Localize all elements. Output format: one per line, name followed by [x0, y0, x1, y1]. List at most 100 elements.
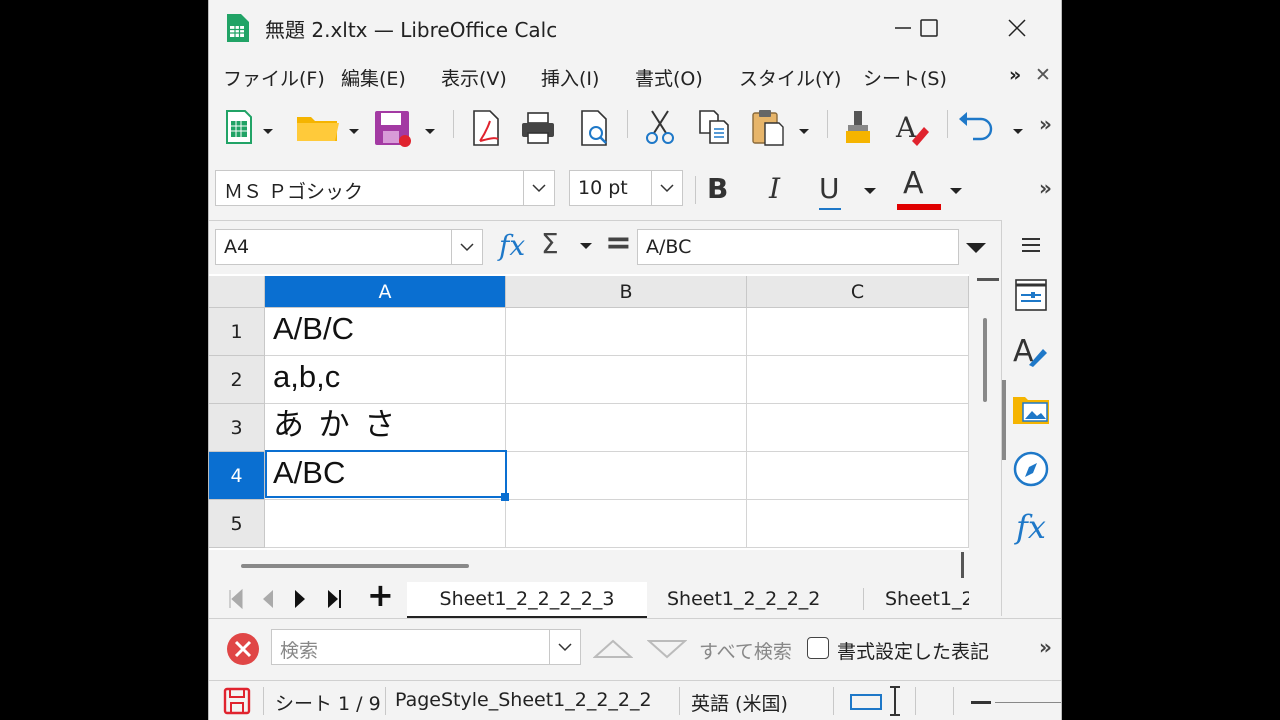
sheet-position[interactable]: シート 1 / 9: [275, 689, 381, 716]
formula-button[interactable]: =: [605, 223, 632, 261]
underline-button[interactable]: U: [813, 168, 887, 212]
vertical-scrollbar[interactable]: [969, 274, 1001, 550]
row-header-2[interactable]: 2: [209, 356, 265, 404]
cell-b5[interactable]: [506, 500, 747, 548]
sidebar-collapse-handle[interactable]: [1002, 380, 1006, 460]
cell-b1[interactable]: [506, 308, 747, 356]
find-previous-icon[interactable]: [593, 637, 633, 661]
last-sheet-icon[interactable]: [327, 588, 343, 610]
font-size-dropdown[interactable]: [651, 171, 682, 205]
open-button[interactable]: [295, 104, 365, 150]
save-button[interactable]: [371, 104, 441, 150]
menu-insert[interactable]: 挿入(I): [541, 64, 599, 91]
find-overflow-button[interactable]: »: [1039, 635, 1052, 659]
cell-c5[interactable]: [747, 500, 969, 548]
find-all-button[interactable]: すべて検索: [699, 637, 792, 664]
new-button[interactable]: [221, 104, 279, 150]
select-all-corner[interactable]: [209, 276, 265, 308]
document-modified-icon[interactable]: [223, 687, 251, 715]
cell-b3[interactable]: [506, 404, 747, 452]
vertical-scroll-thumb[interactable]: [983, 318, 987, 402]
function-wizard-button[interactable]: fx: [499, 229, 525, 262]
zoom-slider[interactable]: [995, 702, 1061, 703]
first-sheet-icon[interactable]: [227, 588, 243, 610]
horizontal-scrollbar[interactable]: [209, 550, 1001, 578]
cell-c2[interactable]: [747, 356, 969, 404]
cut-button[interactable]: [637, 104, 683, 150]
font-color-button[interactable]: A: [893, 166, 973, 214]
sidebar-menu-button[interactable]: [1010, 224, 1052, 266]
print-preview-button[interactable]: [571, 104, 617, 150]
fill-handle[interactable]: [501, 493, 509, 501]
cell-a3[interactable]: あ か さ: [265, 404, 506, 452]
export-pdf-button[interactable]: [463, 104, 509, 150]
menu-styles[interactable]: スタイル(Y): [739, 64, 841, 91]
next-sheet-icon[interactable]: [293, 588, 307, 610]
cell-b4[interactable]: [506, 452, 747, 500]
cell-a5[interactable]: [265, 500, 506, 548]
clear-formatting-button[interactable]: A: [889, 104, 935, 150]
cell-a2[interactable]: a,b,c: [265, 356, 506, 404]
find-history-dropdown[interactable]: [549, 630, 580, 664]
cell-c3[interactable]: [747, 404, 969, 452]
language[interactable]: 英語 (米国): [691, 689, 788, 716]
column-header-a[interactable]: A: [265, 276, 506, 308]
zoom-out-icon[interactable]: [971, 701, 991, 704]
previous-sheet-icon[interactable]: [261, 588, 275, 610]
format-overflow-button[interactable]: »: [1039, 176, 1052, 200]
sum-button[interactable]: Σ: [541, 227, 559, 260]
bold-button[interactable]: B: [707, 172, 728, 205]
menu-overflow-button[interactable]: »: [1009, 64, 1021, 86]
copy-button[interactable]: [691, 104, 737, 150]
add-sheet-button[interactable]: +: [367, 576, 394, 614]
sidebar-navigator-button[interactable]: [1010, 448, 1052, 490]
maximize-button[interactable]: [899, 8, 959, 48]
cell-b2[interactable]: [506, 356, 747, 404]
menu-format[interactable]: 書式(O): [635, 64, 703, 91]
sidebar-functions-button[interactable]: fx: [1010, 506, 1052, 548]
horizontal-scroll-thumb[interactable]: [241, 564, 469, 568]
formatted-display-checkbox[interactable]: [807, 637, 829, 659]
formula-input[interactable]: A/BC: [637, 229, 959, 265]
name-box[interactable]: A4: [215, 229, 483, 265]
sheet-tab[interactable]: Sheet1_2_2_2_2: [667, 582, 820, 616]
font-size-box[interactable]: 10 pt: [569, 170, 683, 206]
sidebar-gallery-button[interactable]: [1010, 388, 1052, 430]
name-box-dropdown[interactable]: [451, 230, 482, 264]
print-button[interactable]: [515, 104, 561, 150]
cell-c4[interactable]: [747, 452, 969, 500]
close-document-button[interactable]: ✕: [1035, 64, 1051, 86]
italic-button[interactable]: I: [769, 172, 780, 205]
menu-file[interactable]: ファイル(F): [223, 64, 325, 91]
close-window-button[interactable]: [987, 8, 1047, 48]
cell-c1[interactable]: [747, 308, 969, 356]
selection-mode-icon[interactable]: [849, 691, 883, 713]
sheet-tab-active[interactable]: Sheet1_2_2_2_2_3: [407, 582, 647, 619]
toolbar-overflow-button[interactable]: »: [1039, 112, 1052, 136]
font-name-box[interactable]: ＭＳ Ｐゴシック: [215, 170, 555, 206]
close-find-bar-icon[interactable]: [225, 631, 261, 667]
row-header-4[interactable]: 4: [209, 452, 265, 500]
expand-formula-icon[interactable]: [965, 241, 987, 255]
menu-view[interactable]: 表示(V): [441, 64, 507, 91]
row-header-5[interactable]: 5: [209, 500, 265, 548]
sidebar-styles-button[interactable]: A: [1010, 330, 1052, 372]
spreadsheet-grid[interactable]: A B C 1 2 3 4 5 A/B/C a,b,c あ か さ A/BC: [209, 274, 969, 550]
tab-split-handle[interactable]: [961, 552, 964, 578]
row-header-3[interactable]: 3: [209, 404, 265, 452]
menu-edit[interactable]: 編集(E): [341, 64, 406, 91]
column-header-c[interactable]: C: [747, 276, 969, 308]
undo-button[interactable]: [955, 104, 1029, 150]
row-header-1[interactable]: 1: [209, 308, 265, 356]
page-style[interactable]: PageStyle_Sheet1_2_2_2_2: [395, 689, 652, 711]
clone-formatting-button[interactable]: [835, 104, 881, 150]
find-input[interactable]: 検索: [271, 629, 581, 665]
column-header-b[interactable]: B: [506, 276, 747, 308]
find-next-icon[interactable]: [647, 637, 687, 661]
menu-sheet[interactable]: シート(S): [863, 64, 947, 91]
sheet-tab[interactable]: Sheet1_2: [885, 582, 969, 616]
split-handle[interactable]: [977, 278, 999, 281]
font-name-dropdown[interactable]: [523, 171, 554, 205]
sidebar-properties-button[interactable]: [1010, 274, 1052, 316]
cell-a1[interactable]: A/B/C: [265, 308, 506, 356]
